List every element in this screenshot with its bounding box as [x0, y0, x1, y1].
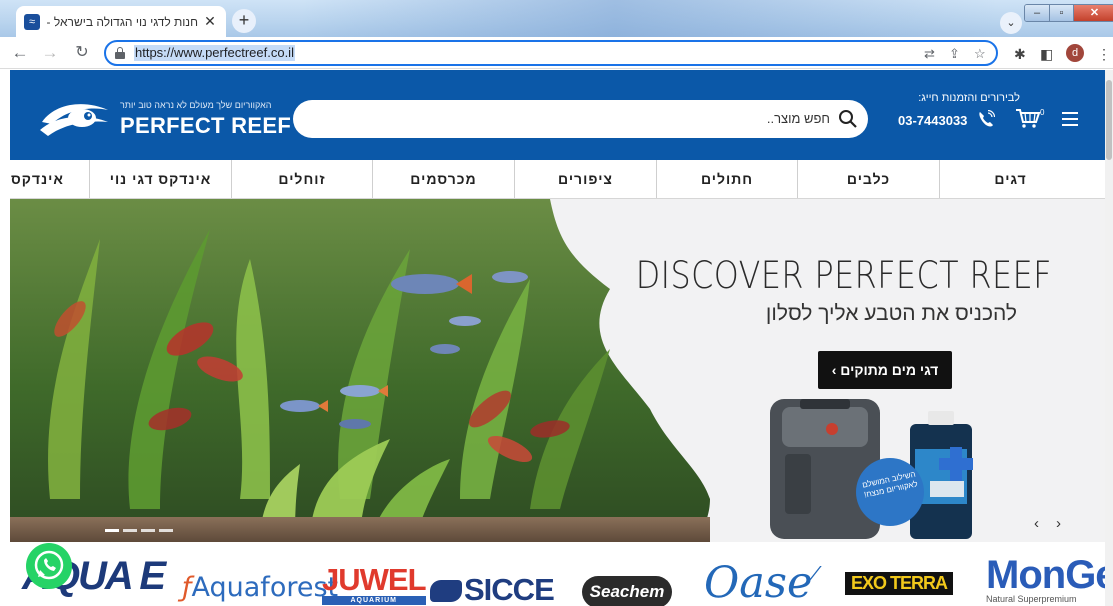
brand-juwel-name: JUWEL — [322, 562, 426, 597]
browser-menu-icon[interactable]: ⋮ — [1097, 46, 1111, 63]
slider-dot[interactable] — [123, 529, 137, 532]
nav-item-dogs[interactable]: כלבים — [797, 160, 939, 198]
whatsapp-icon — [34, 550, 64, 580]
extensions-puzzle-icon[interactable]: ✱ — [1014, 46, 1026, 63]
brand-aquaforest-name: Aquaforest — [191, 572, 339, 603]
nav-item-fish[interactable]: דגים — [939, 160, 1081, 198]
window-maximize-button[interactable]: ▫ — [1049, 5, 1073, 21]
product-search-input[interactable]: חפש מוצר.. — [293, 100, 868, 138]
tab-title: חנות לדגי נוי הגדולה בישראל - P — [46, 14, 198, 29]
new-tab-button[interactable]: + — [232, 9, 256, 33]
slider-next-arrow-icon[interactable]: › — [1056, 515, 1061, 532]
scrollbar-thumb[interactable] — [1106, 80, 1112, 160]
bookmark-star-icon[interactable]: ☆ — [974, 46, 986, 62]
slider-dot[interactable] — [141, 529, 155, 532]
hero-banner[interactable]: DISCOVER PERFECT REEF להכניס את הטבע אלי… — [10, 199, 1105, 542]
fish-wave-logo-icon — [40, 104, 108, 136]
window-minimize-button[interactable]: – — [1025, 5, 1049, 21]
lock-icon — [115, 47, 125, 59]
phone-label: לבירורים והזמנות חייג: — [918, 92, 1020, 104]
hamburger-menu-icon[interactable] — [1062, 112, 1078, 126]
brand-logos-strip: AQUA E ƒAquaforest JUWEL AQUARIUM SICCE … — [10, 542, 1105, 606]
page-scrollbar[interactable] — [1105, 70, 1113, 606]
search-icon[interactable] — [838, 109, 858, 129]
logo-name: PERFECT REEF — [120, 113, 292, 138]
perfect-reef-favicon-icon: ≈ — [24, 13, 40, 30]
brand-sicce-logo[interactable]: SICCE — [430, 572, 555, 606]
back-arrow-icon[interactable]: ← — [10, 43, 30, 63]
freshwater-fish-button[interactable]: דגי מים מתוקים › — [818, 351, 952, 389]
canister-filter-product — [770, 399, 880, 539]
brand-monge-name: MonGe — [986, 553, 1105, 597]
brand-exoterra-logo[interactable]: EXO TERRA — [845, 572, 954, 595]
category-nav: דגים כלבים חתולים ציפורים מכרסמים זוחלים… — [10, 160, 1105, 199]
brand-aquaforest-logo[interactable]: ƒAquaforest — [182, 572, 338, 603]
profile-avatar[interactable]: d — [1066, 44, 1084, 62]
translate-icon[interactable]: ⇄ — [924, 46, 935, 62]
tab-search-chevron-icon[interactable]: ⌄ — [1000, 12, 1022, 34]
forward-arrow-icon[interactable]: → — [40, 43, 60, 63]
search-placeholder: חפש מוצר.. — [766, 111, 830, 126]
brand-oase-name: Oase — [704, 558, 813, 606]
nav-item-birds[interactable]: ציפורים — [514, 160, 656, 198]
titlebar-glass — [300, 0, 1000, 37]
nav-item-rodents[interactable]: מכרסמים — [372, 160, 514, 198]
hero-title: DISCOVER PERFECT REEF — [635, 254, 1052, 297]
nav-item-fish-index[interactable]: אינדקס דגי נוי — [89, 160, 231, 198]
reload-icon[interactable]: ↻ — [72, 43, 92, 63]
browser-toolbar: ← → ↻ https://www.perfectreef.co.il ⇄ ⇪ … — [0, 37, 1113, 69]
nav-item-reptiles[interactable]: זוחלים — [231, 160, 372, 198]
logo-tagline: האקווריום שלך מעולם לא נראה טוב יותר — [120, 100, 272, 110]
site-header: האקווריום שלך מעולם לא נראה טוב יותר PER… — [10, 70, 1105, 160]
browser-titlebar: ≈ חנות לדגי נוי הגדולה בישראל - P ✕ + ⌄ … — [0, 0, 1113, 37]
window-controls: – ▫ ✕ — [1024, 4, 1113, 22]
cart-count-badge: 0 — [1040, 108, 1045, 117]
brand-sicce-name: SICCE — [464, 572, 555, 606]
shopping-cart-icon[interactable] — [1015, 107, 1041, 129]
brand-oase-logo[interactable]: Oase⁄ — [704, 558, 816, 606]
brand-seachem-logo[interactable]: Seachem — [582, 576, 672, 606]
whatsapp-chat-button[interactable] — [26, 543, 72, 589]
address-bar[interactable]: https://www.perfectreef.co.il ⇄ ⇪ ☆ — [104, 40, 998, 66]
slider-dots — [105, 529, 173, 532]
slider-prev-arrow-icon[interactable]: ‹ — [1034, 515, 1039, 532]
brand-juwel-sub: AQUARIUM — [322, 596, 426, 605]
tab-close-icon[interactable]: ✕ — [202, 13, 218, 30]
browser-tab[interactable]: ≈ חנות לדגי נוי הגדולה בישראל - P ✕ — [16, 6, 226, 37]
window-close-button[interactable]: ✕ — [1073, 5, 1113, 21]
share-icon[interactable]: ⇪ — [949, 46, 960, 62]
nav-item-index[interactable]: אינדקס — [10, 160, 89, 198]
phone-number[interactable]: 03-7443033 — [898, 113, 967, 128]
phone-icon — [979, 110, 995, 127]
nav-item-cats[interactable]: חתולים — [656, 160, 797, 198]
slider-dot[interactable] — [105, 529, 119, 532]
url-text[interactable]: https://www.perfectreef.co.il — [134, 45, 295, 61]
brand-juwel-logo[interactable]: JUWEL AQUARIUM — [322, 564, 426, 605]
slider-dot[interactable] — [159, 529, 173, 532]
site-logo[interactable]: האקווריום שלך מעולם לא נראה טוב יותר PER… — [38, 94, 291, 144]
brand-monge-logo[interactable]: MonGe Natural Superpremium — [986, 553, 1105, 605]
side-panel-icon[interactable]: ◧ — [1040, 46, 1053, 63]
hero-subtitle: להכניס את הטבע אליך לסלון — [765, 302, 1017, 325]
